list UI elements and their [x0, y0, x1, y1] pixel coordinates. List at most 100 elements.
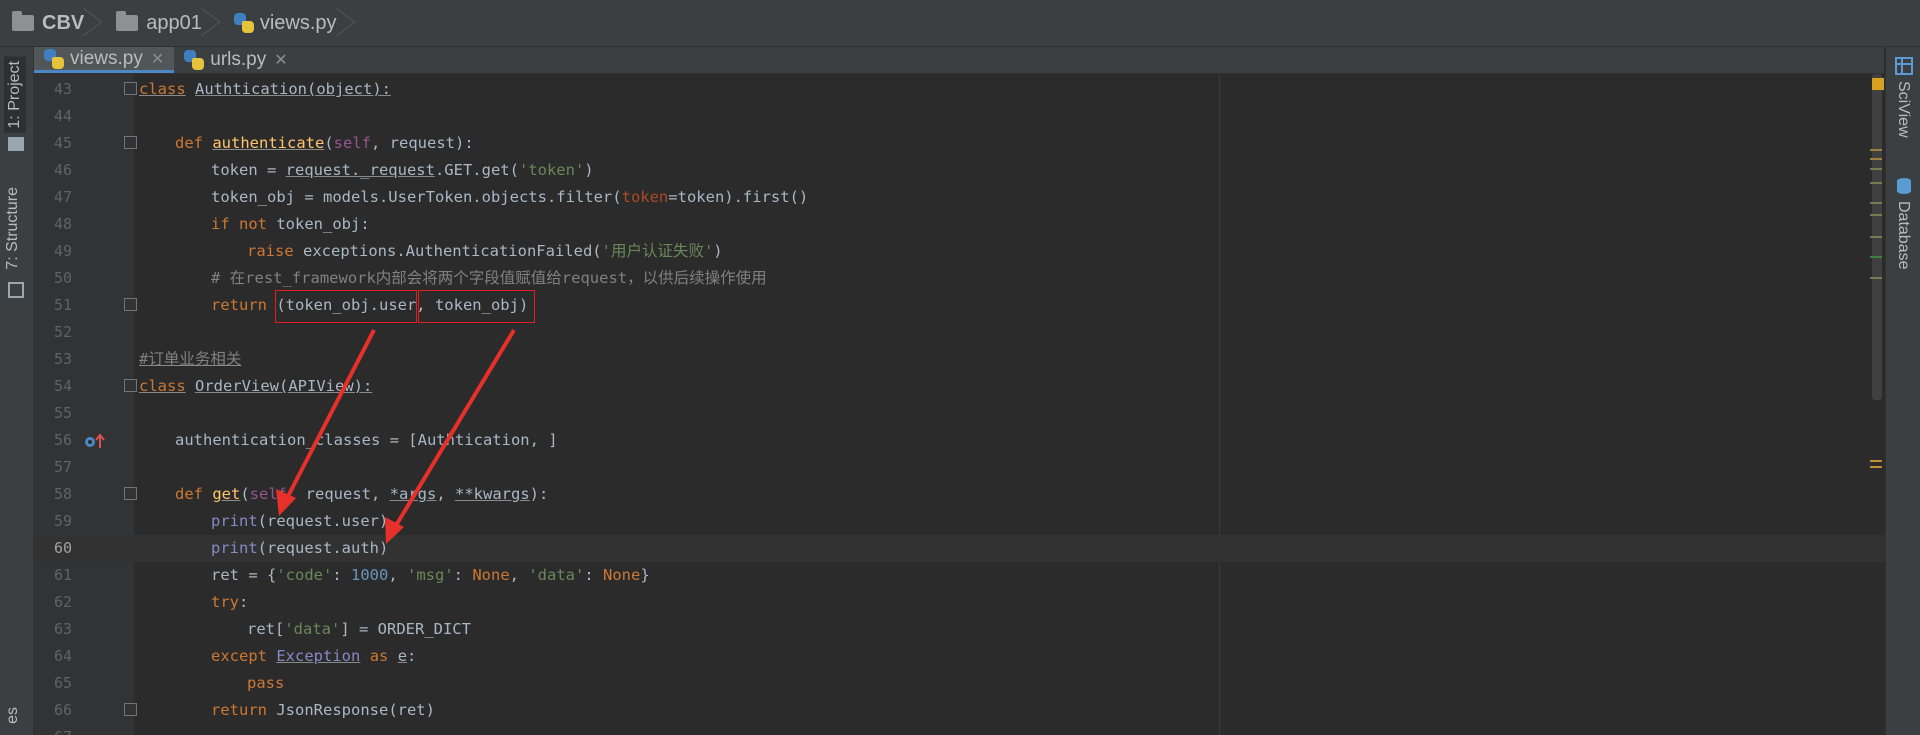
error-stripe-mark[interactable] — [1870, 214, 1882, 216]
breadcrumb-separator — [208, 0, 222, 46]
line-number: 48 — [53, 215, 72, 233]
close-icon[interactable]: ✕ — [151, 49, 164, 69]
breadcrumb-separator — [90, 0, 104, 46]
line-number: 45 — [53, 134, 72, 152]
error-stripe-mark[interactable] — [1870, 168, 1882, 170]
sciview-icon — [1895, 57, 1913, 75]
code-text: def authenticate(self, request): — [175, 134, 474, 152]
tab-label: views.py — [70, 47, 143, 69]
error-stripe-mark[interactable] — [1870, 236, 1882, 238]
error-stripe-mark[interactable] — [1870, 466, 1882, 468]
fold-marker-icon[interactable] — [124, 82, 137, 95]
code-text: authentication_classes = [Authtication, … — [175, 431, 558, 449]
code-text: print(request.auth) — [211, 539, 389, 557]
tool-window-structure[interactable]: 7: Structure — [4, 187, 22, 270]
code-text: if not token_obj: — [211, 215, 370, 233]
breadcrumb-separator — [343, 0, 357, 46]
fold-marker-icon[interactable] — [124, 298, 137, 311]
current-code-line: 60 print(request.auth) — [34, 535, 1885, 562]
close-icon[interactable]: ✕ — [274, 50, 287, 70]
line-number: 58 — [53, 485, 72, 503]
tool-window-project[interactable]: 1: Project — [4, 57, 26, 133]
database-icon — [1897, 178, 1911, 194]
line-number: 52 — [53, 323, 72, 341]
code-text: ret = {'code': 1000, 'msg': None, 'data'… — [211, 566, 650, 584]
fold-marker-icon[interactable] — [124, 703, 137, 716]
structure-icon — [8, 282, 24, 298]
tool-window-database[interactable]: Database — [1894, 201, 1912, 270]
error-stripe-mark[interactable] — [1870, 182, 1882, 184]
error-stripe-mark[interactable] — [1870, 277, 1882, 279]
right-tool-strip: SciView Database — [1885, 47, 1920, 735]
python-file-icon — [184, 50, 205, 70]
line-number: 56 — [53, 431, 72, 449]
breadcrumb: CBV app01 views.py — [0, 0, 1920, 47]
line-number: 57 — [53, 458, 72, 476]
line-number: 66 — [53, 701, 72, 719]
code-line: 61 ret = {'code': 1000, 'msg': None, 'da… — [34, 562, 1885, 589]
python-file-icon — [233, 13, 254, 33]
annotation-box-user — [275, 290, 417, 323]
code-line: 58 def get(self, request, *args, **kwarg… — [34, 481, 1885, 508]
code-text: try: — [211, 593, 249, 611]
code-line: 50 # 在rest_framework内部会将两个字段值赋值给request，… — [34, 265, 1885, 292]
code-text: token = request._request.GET.get('token'… — [211, 161, 594, 179]
code-text: return JsonResponse(ret) — [211, 701, 435, 719]
line-number: 49 — [53, 242, 72, 260]
line-number: 54 — [53, 377, 72, 395]
code-line: 52 — [34, 319, 1885, 346]
code-editor[interactable]: 43 class Authtication(object): 44 45 def… — [34, 74, 1885, 735]
line-number: 61 — [53, 566, 72, 584]
editor-tab-bar: views.py ✕ urls.py ✕ — [34, 47, 1884, 74]
tab-urls-py[interactable]: urls.py ✕ — [174, 47, 297, 73]
code-line: 47 token_obj = models.UserToken.objects.… — [34, 184, 1885, 211]
line-number: 53 — [53, 350, 72, 368]
code-text: ret['data'] = ORDER_DICT — [247, 620, 471, 638]
code-line: 53 #订单业务相关 — [34, 346, 1885, 373]
code-line: 55 — [34, 400, 1885, 427]
tool-window-favorites[interactable]: es — [4, 707, 22, 724]
error-stripe-mark[interactable] — [1870, 202, 1882, 204]
error-stripe-mark[interactable] — [1870, 460, 1882, 462]
code-line: 59 print(request.user) — [34, 508, 1885, 535]
code-line: 67 — [34, 724, 1885, 735]
project-icon — [8, 137, 24, 151]
code-line: 45 def authenticate(self, request): — [34, 130, 1885, 157]
line-number: 65 — [53, 674, 72, 692]
code-comment: #订单业务相关 — [139, 350, 242, 368]
code-line: 64 except Exception as e: — [34, 643, 1885, 670]
line-number: 50 — [53, 269, 72, 287]
error-stripe-mark[interactable] — [1870, 256, 1882, 258]
fold-marker-icon[interactable] — [124, 487, 137, 500]
warning-indicator-icon[interactable] — [1872, 78, 1884, 90]
left-tool-strip: 1: Project 7: Structure es — [0, 47, 34, 735]
code-line: 56 authentication_classes = [Authticatio… — [34, 427, 1885, 454]
line-number: 43 — [53, 80, 72, 98]
code-text: class Authtication(object): — [139, 80, 391, 98]
code-text: def get(self, request, *args, **kwargs): — [175, 485, 549, 503]
error-stripe-mark[interactable] — [1870, 158, 1882, 160]
line-number: 62 — [53, 593, 72, 611]
error-stripe-mark[interactable] — [1870, 149, 1882, 151]
fold-marker-icon[interactable] — [124, 379, 137, 392]
override-marker-icon[interactable] — [84, 433, 106, 449]
code-line: 62 try: — [34, 589, 1885, 616]
code-text: token_obj = models.UserToken.objects.fil… — [211, 188, 809, 206]
tab-views-py[interactable]: views.py ✕ — [34, 47, 175, 73]
code-line: 65 pass — [34, 670, 1885, 697]
fold-marker-icon[interactable] — [124, 136, 137, 149]
code-comment: # 在rest_framework内部会将两个字段值赋值给request，以供后… — [211, 269, 767, 287]
line-number: 44 — [53, 107, 72, 125]
tool-window-sciview[interactable]: SciView — [1894, 81, 1912, 138]
annotation-box-auth — [418, 290, 535, 323]
line-number: 55 — [53, 404, 72, 422]
line-number: 64 — [53, 647, 72, 665]
code-text: raise exceptions.AuthenticationFailed('用… — [247, 242, 723, 260]
code-text: pass — [247, 674, 285, 692]
code-text: class OrderView(APIView): — [139, 377, 373, 395]
line-number: 47 — [53, 188, 72, 206]
code-line: 49 raise exceptions.AuthenticationFailed… — [34, 238, 1885, 265]
line-number: 46 — [53, 161, 72, 179]
code-line: 46 token = request._request.GET.get('tok… — [34, 157, 1885, 184]
line-number: 59 — [53, 512, 72, 530]
